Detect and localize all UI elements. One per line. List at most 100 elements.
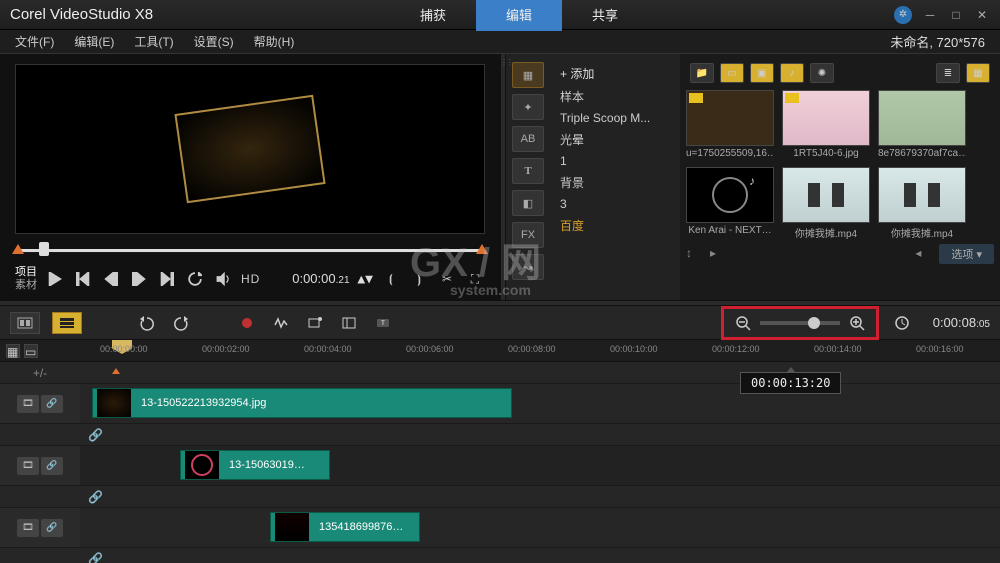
cue-marker-icon[interactable]: [112, 368, 120, 374]
split-button[interactable]: ✂: [437, 270, 457, 288]
link-icon[interactable]: 🔗: [88, 490, 104, 504]
video-track[interactable]: 🎞🔗 13-150522213932954.jpg: [0, 384, 1000, 424]
redo-button[interactable]: [170, 313, 192, 333]
tree-add[interactable]: 添加: [554, 62, 676, 85]
overlay-track-1[interactable]: 🎞🔗 13-15063019…: [0, 446, 1000, 486]
overlay-track-2[interactable]: 🎞🔗 135418699876…: [0, 508, 1000, 548]
menu-tools[interactable]: 工具(T): [134, 33, 173, 50]
tab-edit[interactable]: 编辑: [476, 0, 562, 31]
loop-button[interactable]: [185, 270, 205, 288]
mark-out-handle[interactable]: [476, 244, 488, 254]
track-linkrow-icon[interactable]: 🔗: [41, 395, 63, 413]
view-list-icon[interactable]: ≣: [936, 63, 960, 83]
minimize-button[interactable]: ─: [922, 8, 938, 22]
tree-halo[interactable]: 光晕: [554, 128, 676, 151]
clip-2[interactable]: 13-15063019…: [180, 450, 330, 480]
hd-toggle[interactable]: HD: [241, 272, 260, 286]
subtitle-button[interactable]: T: [372, 313, 394, 333]
sort-icon[interactable]: ↕: [686, 246, 704, 262]
timeline-timecode[interactable]: 0:00:08:05: [933, 315, 990, 331]
overlay-track-icon[interactable]: 🎞: [17, 457, 39, 475]
filter-audio-icon[interactable]: ♪: [780, 63, 804, 83]
track-linkrow-icon[interactable]: 🔗: [41, 519, 63, 537]
auto-music-button[interactable]: [304, 313, 326, 333]
import-folder-icon[interactable]: 📁: [690, 63, 714, 83]
thumb-caption: 你摊我摊.mp4: [878, 225, 966, 240]
mark-in-handle[interactable]: [12, 244, 24, 254]
libtab-filter-icon[interactable]: FX: [512, 222, 544, 248]
mark-in-button[interactable]: ⦗: [381, 270, 401, 288]
clip-1[interactable]: 13-150522213932954.jpg: [92, 388, 512, 418]
libtab-graphic-icon[interactable]: ◧: [512, 190, 544, 216]
tree-three[interactable]: 3: [554, 194, 676, 214]
overlay-track-icon[interactable]: 🎞: [17, 519, 39, 537]
zoom-in-button[interactable]: [846, 313, 868, 333]
chapter-button[interactable]: [338, 313, 360, 333]
volume-button[interactable]: [213, 270, 233, 288]
track-linkrow-icon[interactable]: 🔗: [41, 457, 63, 475]
expand-icon[interactable]: ▸: [710, 246, 728, 262]
timeline-ruler[interactable]: ▦ ▭ 00:00:00:0000:00:02:0000:00:04:0000:…: [0, 340, 1000, 362]
library-thumb[interactable]: 1RT5J40-6.jpg: [782, 90, 870, 159]
filter-free-icon[interactable]: ✺: [810, 63, 834, 83]
libtab-path-icon[interactable]: ↝: [512, 254, 544, 280]
zoom-slider[interactable]: [760, 321, 840, 325]
filter-photo-icon[interactable]: ▣: [750, 63, 774, 83]
undo-button[interactable]: [136, 313, 158, 333]
library-thumb[interactable]: 你摊我摊.mp4: [782, 167, 870, 240]
libtab-media-icon[interactable]: ▦: [512, 62, 544, 88]
ruler-btn-a[interactable]: ▦: [6, 344, 20, 358]
menu-file[interactable]: 文件(F): [15, 33, 54, 50]
storyboard-view-button[interactable]: [10, 312, 40, 334]
player-timecode[interactable]: 0:00:00.21 ▲▼: [292, 271, 373, 287]
next-frame-button[interactable]: [129, 270, 149, 288]
zoom-thumb[interactable]: [808, 317, 820, 329]
fullscreen-button[interactable]: ⛶: [465, 270, 485, 288]
libtab-instant-icon[interactable]: ✦: [512, 94, 544, 120]
tree-samples[interactable]: 样本: [554, 85, 676, 108]
menu-edit[interactable]: 编辑(E): [74, 33, 114, 50]
clip-3[interactable]: 135418699876…: [270, 512, 420, 542]
tree-triple[interactable]: Triple Scoop M...: [554, 108, 676, 128]
ruler-btn-b[interactable]: ▭: [24, 344, 38, 358]
mode-project[interactable]: 项目: [15, 266, 37, 279]
libtab-title-icon[interactable]: T: [512, 158, 544, 184]
library-thumb[interactable]: 8e78679370af7ca…: [878, 90, 966, 159]
libtab-transition-icon[interactable]: AB: [512, 126, 544, 152]
library-thumb[interactable]: 你摊我摊.mp4: [878, 167, 966, 240]
tree-one[interactable]: 1: [554, 151, 676, 171]
tab-share[interactable]: 共享: [562, 0, 648, 31]
record-button[interactable]: [236, 313, 258, 333]
timeline-view-button[interactable]: [52, 312, 82, 334]
filter-video-icon[interactable]: ▭: [720, 63, 744, 83]
tree-bg[interactable]: 背景: [554, 171, 676, 194]
options-dropdown[interactable]: 选项 ▾: [939, 244, 994, 264]
link-icon[interactable]: 🔗: [88, 428, 104, 442]
video-track-icon[interactable]: 🎞: [17, 395, 39, 413]
scroll-left-icon[interactable]: ◂: [915, 246, 933, 262]
go-start-button[interactable]: [73, 270, 93, 288]
mark-out-button[interactable]: ⦘: [409, 270, 429, 288]
tab-capture[interactable]: 捕获: [390, 0, 476, 31]
preview-window[interactable]: [15, 64, 485, 234]
close-button[interactable]: ✕: [974, 8, 990, 22]
link-icon[interactable]: 🔗: [88, 552, 104, 563]
vertical-splitter[interactable]: [500, 54, 506, 300]
help-icon[interactable]: ✲: [894, 6, 912, 24]
tree-baidu[interactable]: 百度: [554, 214, 676, 237]
mode-clip[interactable]: 素材: [15, 279, 37, 292]
play-button[interactable]: [45, 270, 65, 288]
fit-project-button[interactable]: [891, 313, 913, 333]
menu-help[interactable]: 帮助(H): [254, 33, 295, 50]
preview-scrubber[interactable]: [15, 244, 485, 258]
audio-mix-button[interactable]: [270, 313, 292, 333]
go-end-button[interactable]: [157, 270, 177, 288]
prev-frame-button[interactable]: [101, 270, 121, 288]
view-thumb-icon[interactable]: ▦: [966, 63, 990, 83]
library-thumb[interactable]: u=1750255509,16…: [686, 90, 774, 159]
menu-settings[interactable]: 设置(S): [194, 33, 234, 50]
maximize-button[interactable]: □: [948, 8, 964, 22]
scrubber-thumb[interactable]: [39, 242, 49, 256]
zoom-out-button[interactable]: [732, 313, 754, 333]
library-thumb[interactable]: ♪Ken Arai - NEXT…: [686, 167, 774, 240]
